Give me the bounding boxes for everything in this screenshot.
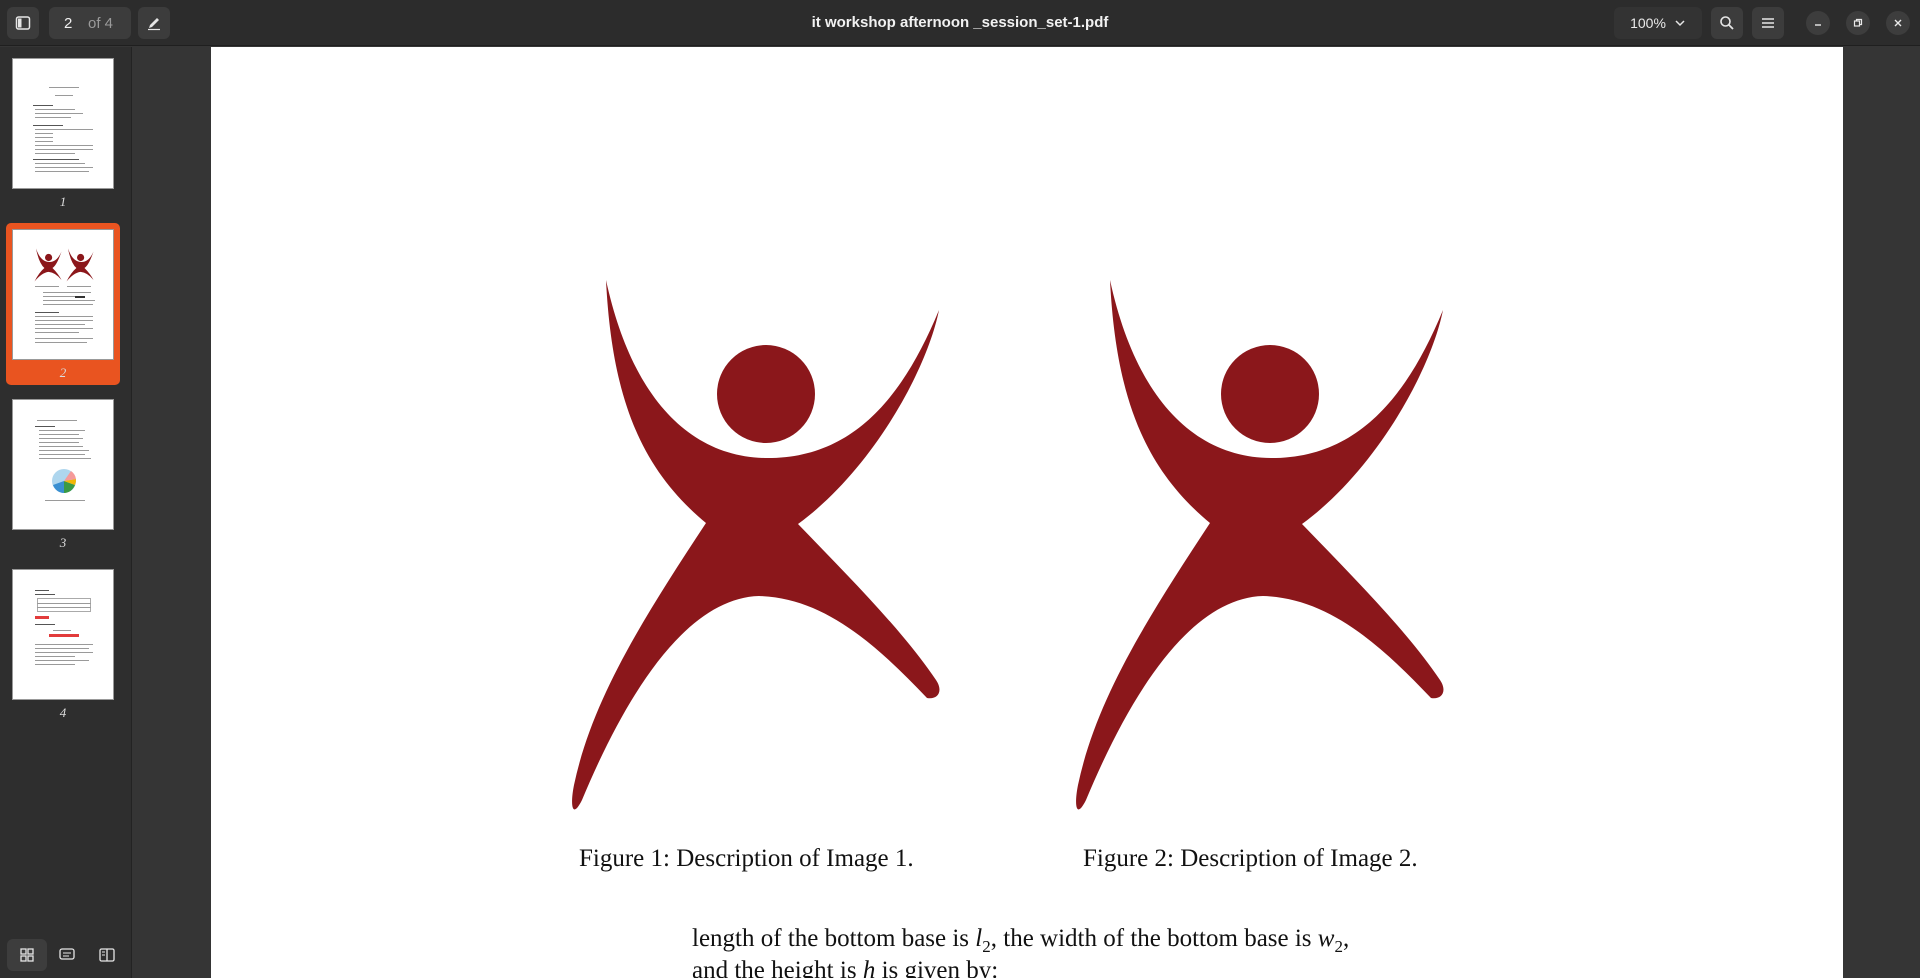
thumbnail-image: [12, 229, 114, 360]
restore-button[interactable]: [1846, 11, 1870, 35]
sidebar-toggle-button[interactable]: [7, 7, 39, 39]
text-run: length of the bottom base is: [692, 925, 976, 952]
document-viewport[interactable]: Figure 1: Description of Image 1. Figure…: [133, 47, 1920, 978]
thumbnail-label: 3: [59, 535, 67, 550]
grid-icon: [20, 948, 34, 962]
document-title: it workshop afternoon _session_set-1.pdf: [811, 14, 1109, 31]
thumbnail-page-2[interactable]: 2: [6, 223, 120, 385]
text-run: ,: [1342, 925, 1350, 952]
outline-mode-button[interactable]: [87, 939, 127, 971]
sidebar-mode-switcher: [7, 939, 127, 971]
chevron-down-icon: [1675, 20, 1685, 27]
restore-icon: [1853, 18, 1863, 27]
minimize-icon: [1815, 24, 1821, 26]
search-button[interactable]: [1711, 7, 1743, 39]
thumbnail-image: [12, 569, 114, 700]
annotations-mode-button[interactable]: [47, 939, 87, 971]
math-subscript: 2: [982, 937, 991, 956]
zoom-dropdown[interactable]: 100%: [1614, 7, 1702, 39]
thumbnail-label: 4: [59, 705, 67, 720]
zoom-level: 100%: [1630, 15, 1666, 31]
pen-icon: [148, 18, 160, 31]
annotate-button[interactable]: [138, 7, 170, 39]
figure-head: [717, 345, 815, 443]
figure-1-caption: Figure 1: Description of Image 1.: [579, 845, 914, 872]
comment-icon: [59, 948, 75, 960]
page-count-label: of 4: [88, 14, 114, 32]
thumbnail-image: [12, 58, 114, 189]
close-button[interactable]: [1886, 11, 1910, 35]
thumbnail-label: 2: [59, 365, 67, 380]
math-subscript: 2: [1334, 937, 1343, 956]
current-page-input[interactable]: 2: [64, 15, 80, 32]
text-run: is given by:: [875, 957, 999, 978]
thumbnail-sidebar: 1 2 3 4: [0, 47, 132, 978]
close-icon: [1894, 19, 1902, 27]
body-text-line-2: and the height is h is given by:: [692, 957, 998, 978]
figure-2-caption: Figure 2: Description of Image 2.: [1083, 845, 1418, 872]
header-bar: 2 of 4 it workshop afternoon _session_se…: [0, 0, 1920, 46]
figure-head: [1221, 345, 1319, 443]
math-var: h: [862, 957, 876, 978]
thumbnail-page-4[interactable]: 4: [6, 563, 120, 725]
thumbnail-page-1[interactable]: 1: [6, 52, 120, 214]
hamburger-menu-icon: [1762, 18, 1774, 28]
text-run: and the height is: [692, 957, 863, 978]
thumbnail-page-3[interactable]: 3: [6, 393, 120, 555]
thumbnail-label: 1: [59, 194, 67, 209]
figure-2-image: [1076, 280, 1444, 810]
sidebar-toggle-icon: [15, 16, 31, 30]
text-run: , the width of the bottom base is: [990, 925, 1318, 952]
book-icon: [99, 948, 115, 962]
body-text-line-1: length of the bottom base is l2, the wid…: [692, 925, 1349, 957]
figure-1-image: [572, 280, 940, 810]
search-icon: [1720, 16, 1734, 30]
main-menu-button[interactable]: [1752, 7, 1784, 39]
minimize-button[interactable]: [1806, 11, 1830, 35]
thumbnails-mode-button[interactable]: [7, 939, 47, 971]
page-selector[interactable]: 2 of 4: [49, 7, 131, 39]
pdf-page: Figure 1: Description of Image 1. Figure…: [211, 47, 1843, 978]
thumbnail-image: [12, 399, 114, 530]
math-var: w: [1317, 925, 1335, 952]
